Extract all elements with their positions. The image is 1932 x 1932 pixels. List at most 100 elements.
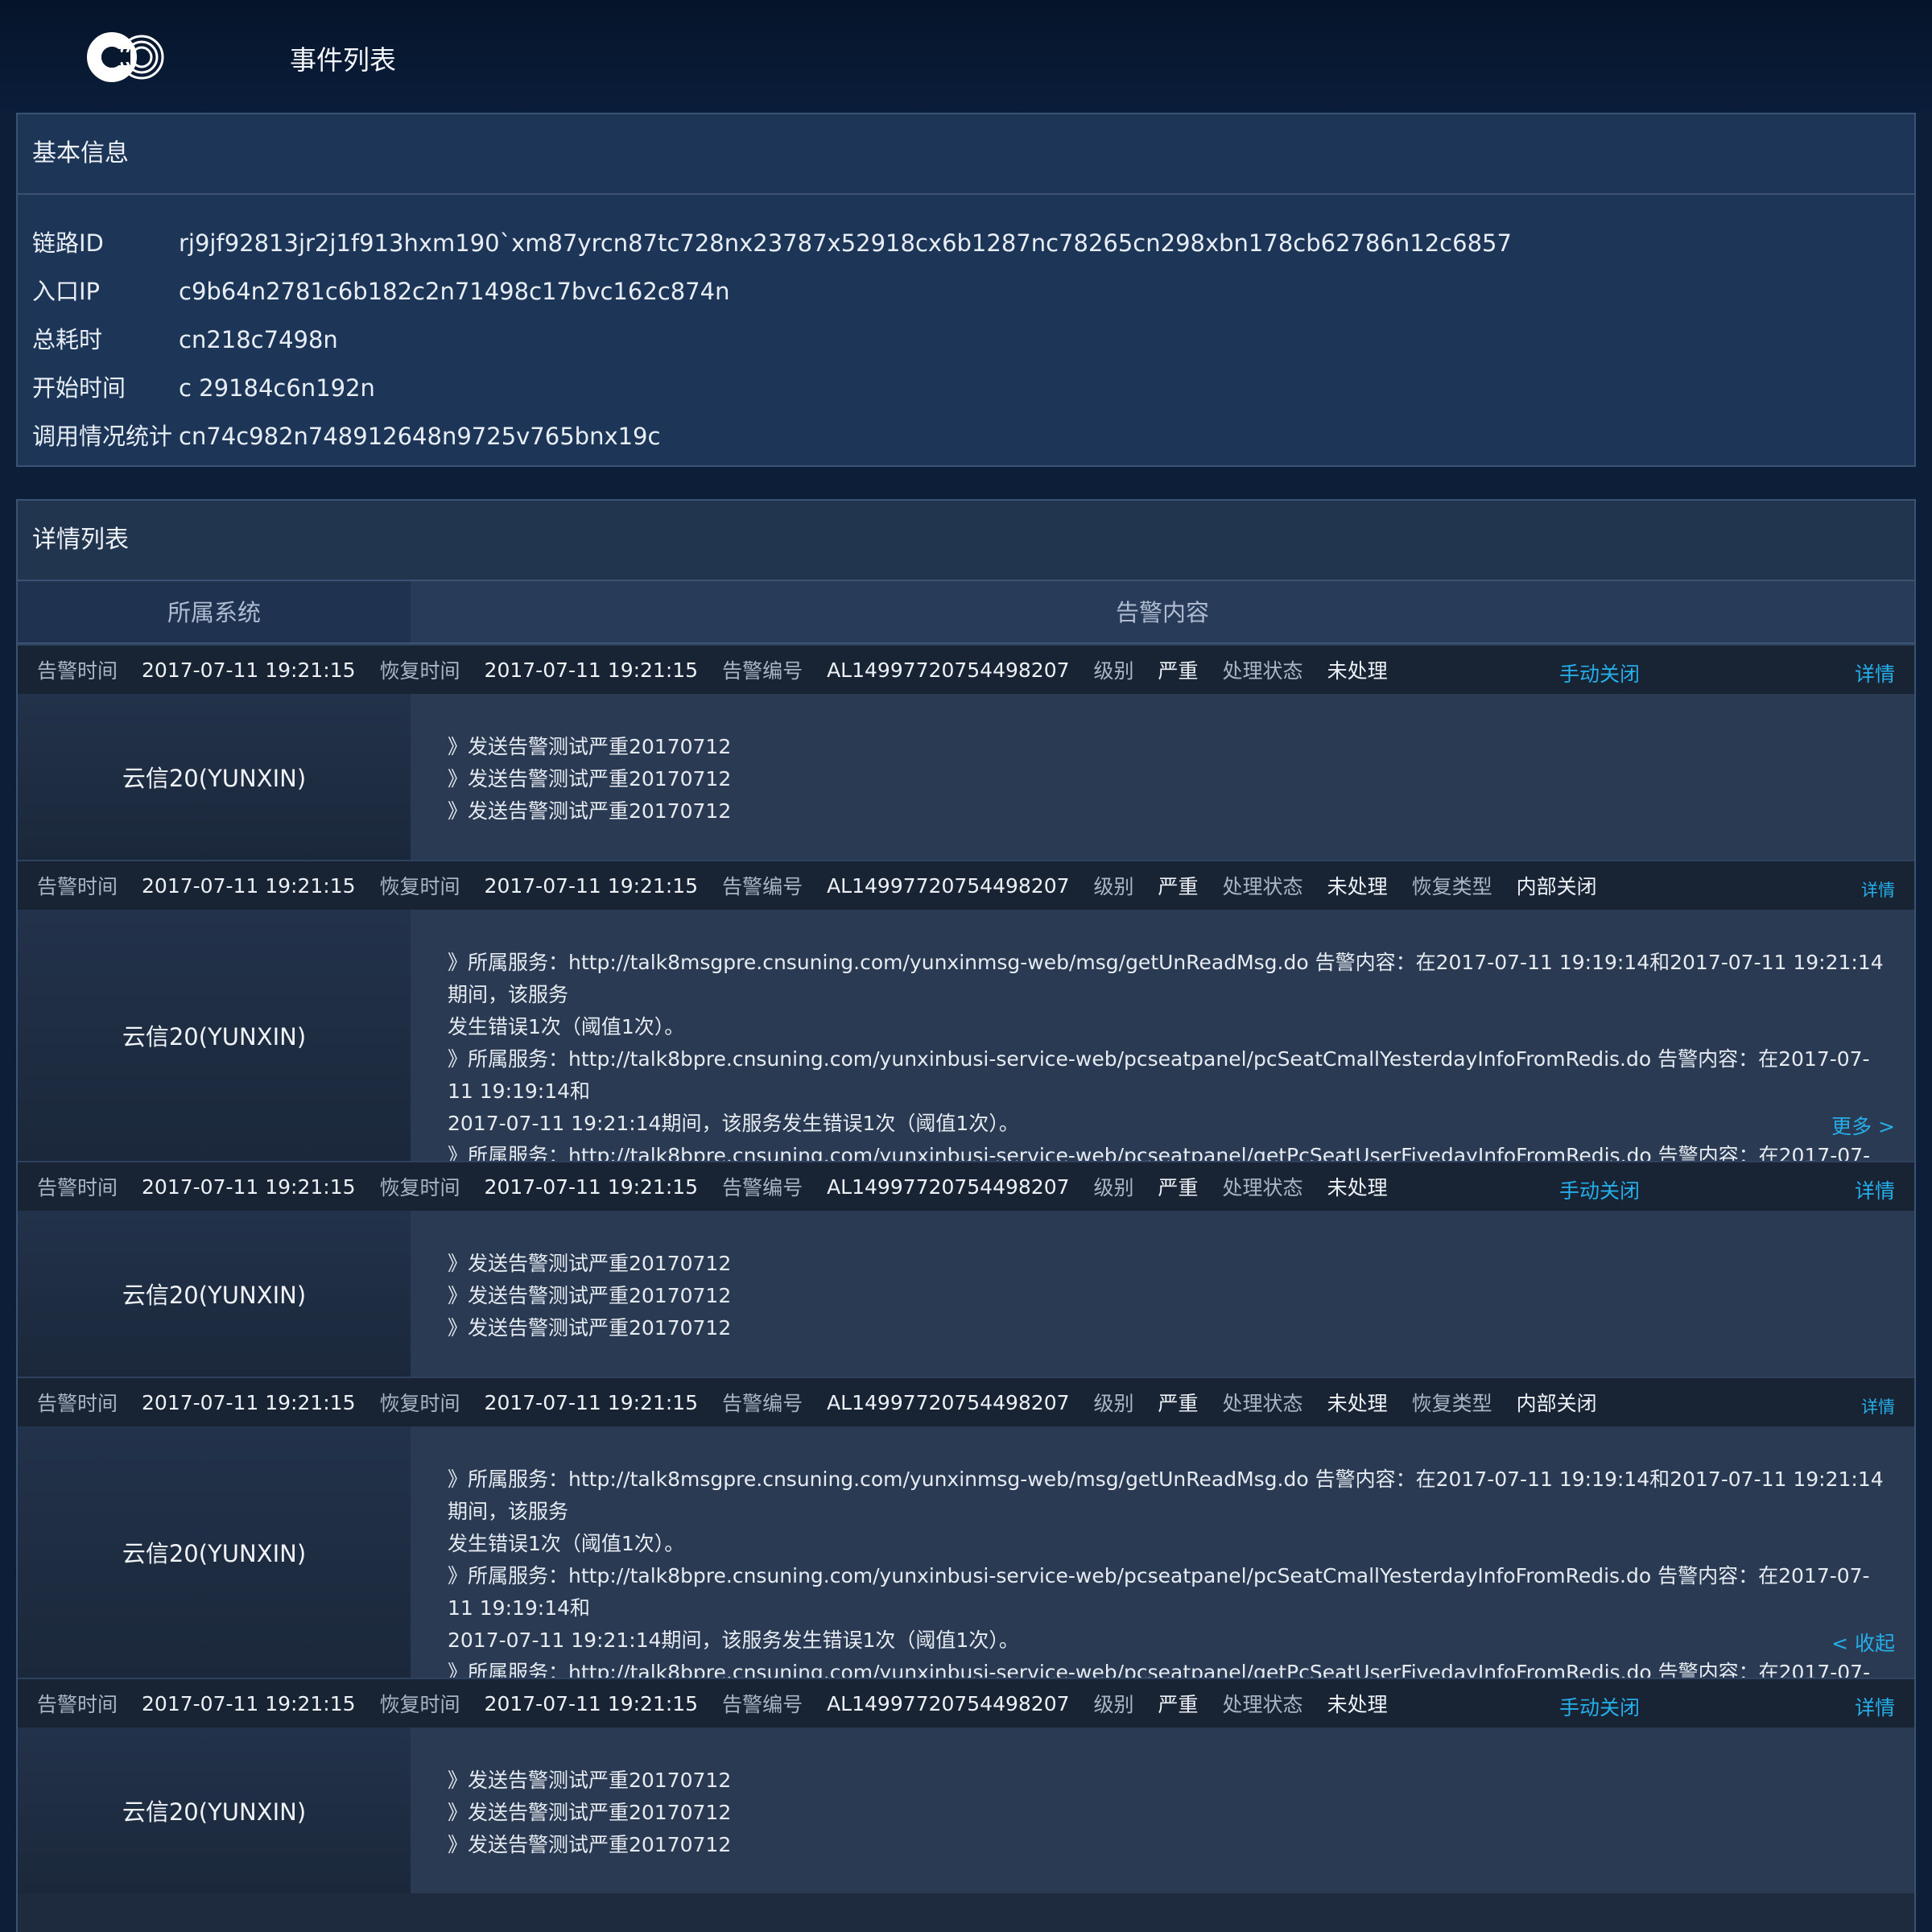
alarm-time-label: 告警时间	[37, 1392, 118, 1415]
alarm-content-line: 》发送告警测试严重20170712	[448, 1801, 732, 1824]
status-value: 未处理	[1327, 1693, 1388, 1716]
alarm-content-line: 》发送告警测试严重20170712	[448, 799, 732, 823]
detail-link[interactable]: 详情	[1855, 1175, 1895, 1204]
level-label: 级别	[1093, 659, 1134, 683]
column-header-content: 告警内容	[411, 581, 1914, 642]
detail-list-panel: 详情列表 所属系统 告警内容 告警时间 2017-07-11 19:21:15 恢复…	[16, 499, 1916, 1932]
level-value: 严重	[1158, 659, 1199, 683]
alarm-time-label: 告警时间	[37, 1693, 118, 1716]
detail-link[interactable]: 详情	[1861, 1394, 1895, 1418]
status-label: 处理状态	[1222, 875, 1303, 898]
alarm-time-value: 2017-07-11 19:21:15	[142, 1390, 356, 1414]
recover-time-label: 恢复时间	[379, 1392, 460, 1415]
alarm-meta-row: 告警时间 2017-07-11 19:21:15 恢复时间 2017-07-11 19…	[18, 1161, 1914, 1211]
status-label: 处理状态	[1222, 1693, 1303, 1716]
detail-list-title: 详情列表	[18, 501, 1914, 581]
system-cell: 云信20(YUNXIN)	[18, 910, 411, 1161]
alarm-content-line: 2017-07-11 19:21:14期间，该服务发生错误1次（阈值1次）。	[448, 1112, 1019, 1135]
level-label: 级别	[1093, 1392, 1134, 1415]
alarm-content-line: 》所属服务：http://talk8bpre.cnsuning.com/yunx…	[448, 1047, 1870, 1103]
alarm-body-row: 云信20(YUNXIN) 》发送告警测试严重20170712 》发送告警测试严重20…	[18, 1211, 1914, 1377]
field-value: cn74c982n748912648n9725v765bnx19c	[179, 423, 661, 450]
system-cell: 云信20(YUNXIN)	[18, 694, 411, 860]
recover-type-value: 内部关闭	[1516, 1392, 1597, 1415]
system-cell: 云信20(YUNXIN)	[18, 1211, 411, 1377]
alarm-no-value: AL14997720754498207	[827, 1691, 1070, 1715]
alarm-content-line: 2017-07-11 19:21:14期间，该服务发生错误1次（阈值1次）。	[448, 1629, 1019, 1652]
field-label: 链路ID	[32, 229, 104, 257]
alarm-content-line: 》发送告警测试严重20170712	[448, 1769, 732, 1792]
field-start-time: 开始时间 c 29184c6n192n	[18, 364, 1914, 412]
alarm-time-value: 2017-07-11 19:21:15	[142, 873, 356, 898]
alarm-meta-row: 告警时间 2017-07-11 19:21:15 恢复时间 2017-07-11 19…	[18, 644, 1914, 694]
alarm-content-line: 发生错误1次（阈值1次）。	[448, 1015, 685, 1038]
status-value: 未处理	[1327, 875, 1388, 898]
alarm-meta-row: 告警时间 2017-07-11 19:21:15 恢复时间 2017-07-11 19…	[18, 1678, 1914, 1728]
more-link[interactable]: 更多 >	[1831, 1111, 1895, 1143]
status-label: 处理状态	[1222, 1176, 1303, 1199]
field-call-stats: 调用情况统计 cn74c982n748912648n9725v765bnx19c	[18, 412, 1914, 460]
page-title: 事件列表	[290, 44, 396, 76]
alarm-no-label: 告警编号	[722, 1176, 803, 1199]
field-total-time: 总耗时 cn218c7498n	[18, 316, 1914, 364]
alarm-content-line: 》所属服务：http://talk8msgpre.cnsuning.com/yu…	[448, 951, 1884, 1006]
field-value: rj9jf92813jr2j1f913hxm190`xm87yrcn87tc72…	[179, 229, 1512, 257]
alarm-time-value: 2017-07-11 19:21:15	[142, 658, 356, 682]
system-cell: 云信20(YUNXIN)	[18, 1426, 411, 1678]
status-label: 处理状态	[1222, 1392, 1303, 1415]
alarm-body-row: 云信20(YUNXIN) 》所属服务：http://talk8msgpre.cns…	[18, 1426, 1914, 1748]
recover-time-value: 2017-07-11 19:21:15	[484, 1174, 699, 1199]
alarm-content-line: 》发送告警测试严重20170712	[448, 767, 732, 791]
level-label: 级别	[1093, 1176, 1134, 1199]
alarm-no-label: 告警编号	[722, 659, 803, 683]
recover-time-label: 恢复时间	[379, 659, 460, 683]
alarm-content-line: 》所属服务：http://talk8msgpre.cnsuning.com/yu…	[448, 1468, 1884, 1523]
alarm-body-row: 云信20(YUNXIN) 》发送告警测试严重20170712 》发送告警测试严重20…	[18, 1728, 1914, 1893]
alarm-content-cell: 》发送告警测试严重20170712 》发送告警测试严重20170712 》发送告警测…	[411, 694, 1914, 860]
alarm-content-line: 》发送告警测试严重20170712	[448, 1252, 732, 1275]
alarm-time-label: 告警时间	[37, 659, 118, 683]
status-value: 未处理	[1327, 1392, 1388, 1415]
manual-close-button[interactable]: 手动关闭	[1559, 1175, 1640, 1204]
alarm-meta-row: 告警时间 2017-07-11 19:21:15 恢复时间 2017-07-11 19…	[18, 1377, 1914, 1426]
field-label: 总耗时	[32, 326, 103, 353]
table-header: 所属系统 告警内容	[18, 581, 1914, 644]
alarm-time-value: 2017-07-11 19:21:15	[142, 1691, 356, 1715]
field-link-id: 链路ID rj9jf92813jr2j1f913hxm190`xm87yrcn8…	[18, 219, 1914, 267]
alarm-no-label: 告警编号	[722, 1693, 803, 1716]
basic-info-panel: 基本信息 链路ID rj9jf92813jr2j1f913hxm190`xm87…	[16, 113, 1916, 467]
alarm-no-label: 告警编号	[722, 875, 803, 898]
recover-type-label: 恢复类型	[1411, 1392, 1492, 1415]
recover-time-value: 2017-07-11 19:21:15	[484, 873, 699, 898]
recover-time-label: 恢复时间	[379, 1693, 460, 1716]
level-label: 级别	[1093, 1693, 1134, 1716]
field-label: 调用情况统计	[32, 423, 173, 450]
recover-time-label: 恢复时间	[379, 1176, 460, 1199]
status-value: 未处理	[1327, 659, 1388, 683]
alarm-no-value: AL14997720754498207	[827, 1390, 1070, 1414]
app-header: 事件列表	[0, 0, 1932, 113]
alarm-no-label: 告警编号	[722, 1392, 803, 1415]
detail-link[interactable]: 详情	[1861, 877, 1895, 902]
co-logo-icon[interactable]	[85, 31, 171, 84]
recover-time-value: 2017-07-11 19:21:15	[484, 1691, 699, 1715]
column-header-system: 所属系统	[18, 581, 411, 642]
alarm-content-line: 》发送告警测试严重20170712	[448, 1284, 732, 1307]
manual-close-button[interactable]: 手动关闭	[1559, 1692, 1640, 1721]
level-value: 严重	[1158, 875, 1199, 898]
collapse-link[interactable]: < 收起	[1831, 1628, 1895, 1660]
detail-link[interactable]: 详情	[1855, 1692, 1895, 1721]
alarm-content-line: 》所属服务：http://talk8bpre.cnsuning.com/yunx…	[448, 1564, 1870, 1620]
recover-time-label: 恢复时间	[379, 875, 460, 898]
alarm-content-line: 发生错误1次（阈值1次）。	[448, 1532, 685, 1555]
alarm-list: 告警时间 2017-07-11 19:21:15 恢复时间 2017-07-11 19…	[18, 644, 1914, 1893]
basic-info-title: 基本信息	[18, 114, 1914, 195]
recover-time-value: 2017-07-11 19:21:15	[484, 658, 699, 682]
level-value: 严重	[1158, 1176, 1199, 1199]
detail-link[interactable]: 详情	[1855, 658, 1895, 687]
alarm-body-row: 云信20(YUNXIN) 》所属服务：http://talk8msgpre.cns…	[18, 910, 1914, 1232]
field-label: 开始时间	[32, 374, 126, 402]
alarm-content-cell: 》发送告警测试严重20170712 》发送告警测试严重20170712 》发送告警测…	[411, 1728, 1914, 1893]
alarm-time-value: 2017-07-11 19:21:15	[142, 1174, 356, 1199]
manual-close-button[interactable]: 手动关闭	[1559, 658, 1640, 687]
